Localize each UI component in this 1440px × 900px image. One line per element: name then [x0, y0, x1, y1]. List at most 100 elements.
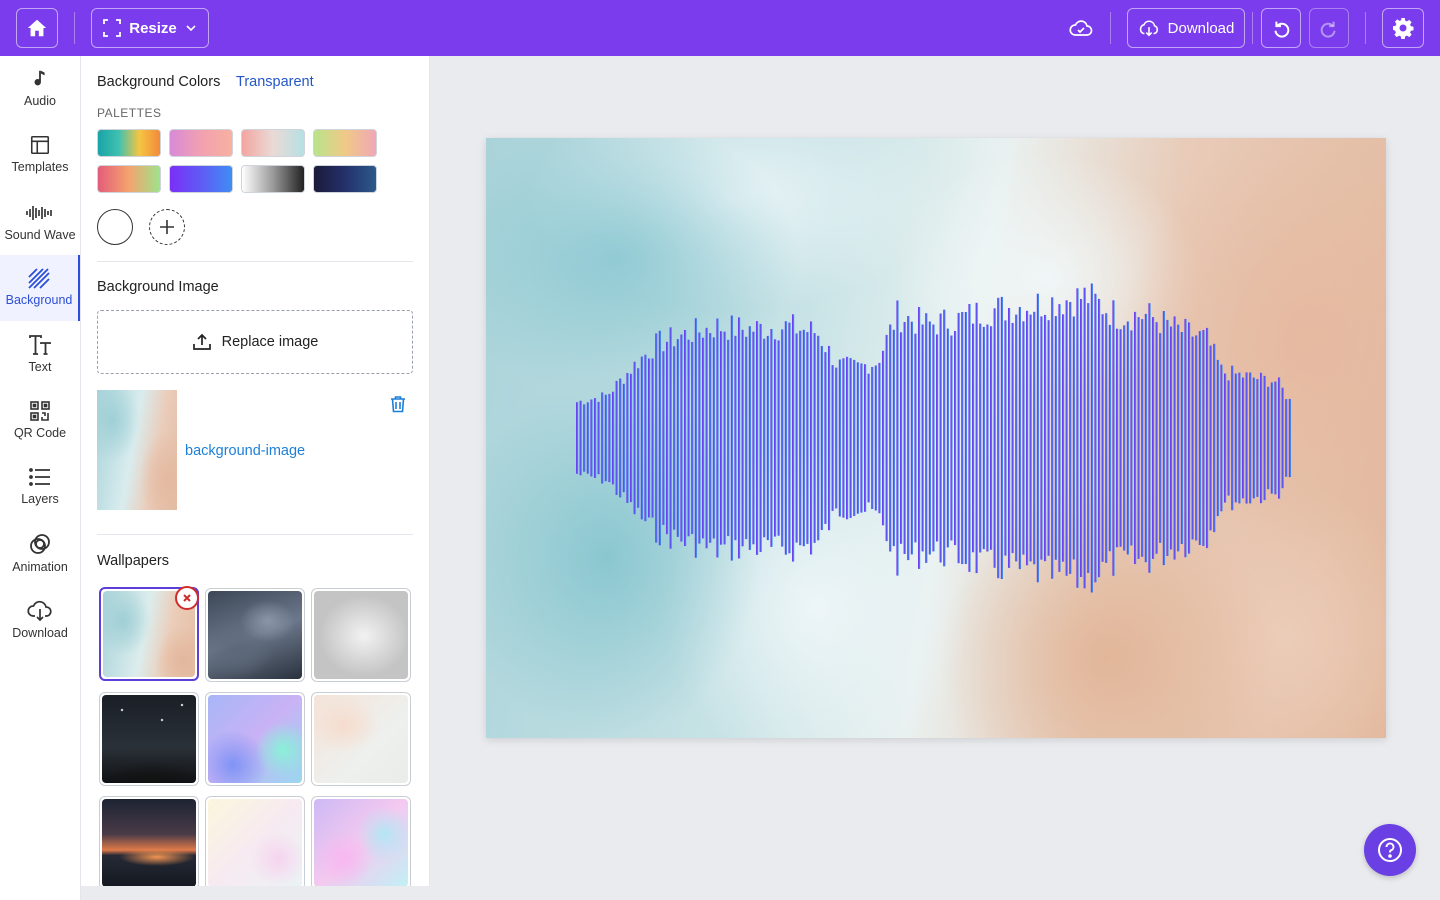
wave-bar: [1134, 311, 1137, 565]
wave-bar: [1054, 316, 1057, 560]
wave-bar: [1040, 316, 1043, 560]
wave-bar: [1123, 325, 1126, 551]
wave-bar: [615, 380, 618, 495]
wave-bar: [748, 326, 751, 550]
palette-swatch[interactable]: [241, 165, 305, 193]
wave-bar: [885, 334, 888, 542]
home-button[interactable]: [16, 8, 58, 48]
sound-wave-visual[interactable]: [486, 138, 1386, 738]
wave-bar: [1033, 311, 1036, 565]
custom-color-swatch[interactable]: [97, 209, 133, 245]
wave-bar: [720, 331, 723, 545]
design-canvas[interactable]: [486, 138, 1386, 738]
background-image-title: Background Image: [97, 279, 219, 295]
wave-bar: [1094, 293, 1097, 583]
wave-bar: [579, 400, 582, 476]
palette-swatch[interactable]: [169, 165, 233, 193]
undo-button[interactable]: [1261, 8, 1301, 48]
add-color-button[interactable]: [149, 209, 185, 245]
rail-item-text[interactable]: Text: [0, 322, 80, 388]
wallpaper-tile[interactable]: [311, 796, 411, 886]
wave-bar: [979, 323, 982, 553]
rail-item-qr-code[interactable]: QR Code: [0, 388, 80, 454]
cloud-sync-button[interactable]: [1066, 14, 1096, 42]
rail-item-download[interactable]: Download: [0, 586, 80, 652]
background-image-thumbnail: [97, 390, 177, 510]
wave-bar: [939, 313, 942, 563]
music-note-icon: [34, 70, 45, 86]
palette-swatch[interactable]: [97, 129, 161, 157]
settings-button[interactable]: [1382, 8, 1424, 48]
wallpaper-tile[interactable]: [99, 796, 199, 886]
wallpaper-tile[interactable]: [99, 692, 199, 786]
wave-bar: [831, 365, 834, 511]
wave-bar: [648, 358, 651, 518]
wave-bar: [1180, 332, 1183, 544]
wave-bar: [1234, 373, 1237, 503]
wave-bar: [1087, 303, 1090, 573]
rail-label-layers: Layers: [21, 492, 59, 506]
rail-item-background[interactable]: Background: [0, 255, 80, 321]
gear-icon: [1393, 18, 1414, 39]
replace-image-button[interactable]: Replace image: [97, 310, 413, 374]
wave-bar: [1188, 322, 1191, 554]
redo-button[interactable]: [1309, 8, 1349, 48]
wave-bar: [813, 333, 816, 543]
chevron-down-icon: [186, 25, 196, 32]
wave-bar: [1245, 372, 1248, 504]
wave-bar: [1011, 322, 1014, 554]
text-icon: [29, 335, 51, 355]
wave-bar: [806, 332, 809, 544]
download-button[interactable]: Download: [1127, 8, 1245, 48]
rail-label-audio: Audio: [24, 94, 56, 108]
wave-bar: [882, 350, 885, 526]
background-image-name[interactable]: background-image: [185, 443, 305, 459]
help-button[interactable]: [1364, 824, 1416, 876]
wallpaper-tile[interactable]: [205, 692, 305, 786]
wave-bar: [741, 329, 744, 547]
rail-item-animation[interactable]: Animation: [0, 520, 80, 586]
download-label: Download: [1167, 19, 1235, 37]
wave-bar: [950, 335, 953, 541]
wave-bar: [752, 331, 755, 545]
palette-swatch[interactable]: [241, 129, 305, 157]
wave-bar: [1162, 311, 1165, 566]
palette-swatch[interactable]: [313, 165, 377, 193]
wave-bar: [612, 391, 615, 485]
resize-button[interactable]: Resize: [91, 8, 209, 48]
wallpaper-tile[interactable]: [205, 796, 305, 886]
wave-bar: [784, 321, 787, 555]
rail-item-templates[interactable]: Templates: [0, 122, 80, 188]
wave-bar: [1065, 300, 1068, 576]
wallpapers-title: Wallpapers: [97, 553, 169, 569]
wave-bar: [849, 358, 852, 518]
transparent-link[interactable]: Transparent: [236, 74, 314, 90]
rail-item-sound-wave[interactable]: Sound Wave: [0, 190, 80, 256]
wave-bar: [1206, 327, 1209, 549]
background-colors-title: Background Colors: [97, 74, 221, 90]
question-icon: [1378, 838, 1402, 862]
wallpaper-tile[interactable]: [311, 692, 411, 786]
wave-bar: [874, 365, 877, 511]
wallpaper-tile[interactable]: [311, 588, 411, 682]
delete-image-button[interactable]: [389, 395, 409, 415]
palette-swatch[interactable]: [97, 165, 161, 193]
wave-bar: [1231, 365, 1234, 511]
wave-bar: [921, 324, 924, 552]
rail-item-audio[interactable]: Audio: [0, 56, 80, 122]
wave-bar: [1119, 329, 1122, 547]
wave-bar: [626, 373, 629, 503]
wave-bar: [907, 316, 910, 561]
wave-bar: [687, 339, 690, 537]
palette-swatch[interactable]: [169, 129, 233, 157]
wave-bar: [1112, 300, 1115, 576]
wave-bar: [774, 339, 777, 537]
wave-bar: [1177, 324, 1180, 552]
wallpaper-tile[interactable]: [205, 588, 305, 682]
wave-bar: [968, 304, 971, 572]
palette-swatch[interactable]: [313, 129, 377, 157]
rail-item-layers[interactable]: Layers: [0, 454, 80, 520]
remove-wallpaper-button[interactable]: [175, 586, 199, 610]
wave-bar: [986, 324, 989, 552]
wave-bar: [932, 324, 935, 552]
